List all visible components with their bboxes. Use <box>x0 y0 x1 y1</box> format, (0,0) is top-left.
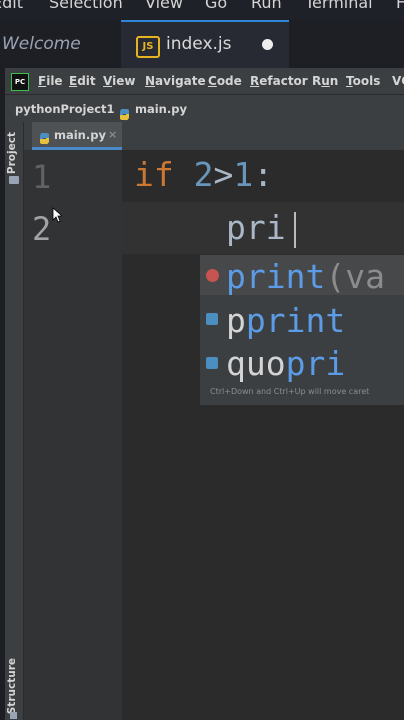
vscode-menubar: Edit Selection View Go Run Terminal Help <box>0 0 404 20</box>
editor-tab-bar: main.py × <box>24 122 404 151</box>
line-number: 1 <box>32 158 52 196</box>
folder-icon[interactable] <box>9 176 19 184</box>
code-line-1: if 2>1: <box>134 155 274 194</box>
menu-run[interactable]: Run <box>251 0 282 13</box>
tab-index-js[interactable]: JS index.js <box>121 20 289 68</box>
menu-view[interactable]: View <box>145 0 183 13</box>
menu-go[interactable]: Go <box>205 0 227 13</box>
breadcrumb-project[interactable]: pythonProject1 <box>15 95 115 123</box>
menu-selection[interactable]: Selection <box>49 0 123 13</box>
editor-tab-label: main.py <box>54 128 106 142</box>
unsaved-dot-icon[interactable] <box>262 39 273 50</box>
autocomplete-item-label: pprint <box>226 301 346 340</box>
code-editor[interactable]: if 2>1: pri <box>122 150 404 720</box>
pc-menu-edit[interactable]: Edit <box>69 68 96 94</box>
module-icon <box>206 313 218 325</box>
pycharm-logo-icon: PC <box>11 73 29 91</box>
menu-help[interactable]: Help <box>396 0 404 13</box>
autocomplete-popup: print(va pprint quopri Ctrl+Down and Ctr… <box>200 255 404 405</box>
project-tool-window-label[interactable]: Project <box>6 132 22 174</box>
pc-menu-tools[interactable]: Tools <box>346 68 380 94</box>
structure-icon[interactable] <box>10 712 17 719</box>
text-caret <box>294 212 296 248</box>
structure-tool-window-label[interactable]: Structure <box>6 658 22 714</box>
line-number: 2 <box>32 210 52 248</box>
autocomplete-item-label: quopri <box>226 344 346 383</box>
close-tab-icon[interactable]: × <box>108 122 117 148</box>
pc-menu-navigate[interactable]: Navigate <box>145 68 206 94</box>
pc-menu-view[interactable]: View <box>103 68 135 94</box>
javascript-file-icon: JS <box>136 36 160 58</box>
left-tool-strip: Project Structure <box>5 122 24 720</box>
tab-welcome[interactable]: Welcome <box>0 20 122 68</box>
pc-menu-run[interactable]: Run <box>312 68 338 94</box>
pc-menu-file[interactable]: File <box>38 68 63 94</box>
editor-tab-main-py[interactable]: main.py × <box>32 122 122 150</box>
pc-menu-code[interactable]: Code <box>208 68 242 94</box>
line-number-gutter: 1 2 <box>24 150 123 720</box>
pc-menu-refactor[interactable]: Refactor <box>250 68 308 94</box>
function-icon <box>206 269 219 282</box>
breadcrumb-file[interactable]: main.py <box>135 95 187 123</box>
pc-menu-vcs[interactable]: VC <box>392 68 404 94</box>
code-line-2: pri <box>226 208 286 247</box>
tab-welcome-label: Welcome <box>2 34 81 54</box>
tab-index-js-label: index.js <box>166 34 232 54</box>
breadcrumb: pythonProject1 main.py <box>5 94 404 123</box>
autocomplete-item-label: print(va <box>226 257 385 296</box>
autocomplete-hint: Ctrl+Down and Ctrl+Up will move caret <box>210 387 370 396</box>
pycharm-menubar: PC File Edit View Navigate Code Refactor… <box>5 68 404 94</box>
module-icon <box>206 357 218 369</box>
menu-edit[interactable]: Edit <box>0 0 23 13</box>
vscode-tab-bar: Welcome JS index.js <box>0 20 404 68</box>
mouse-pointer-icon <box>52 207 64 227</box>
menu-terminal[interactable]: Terminal <box>305 0 373 13</box>
